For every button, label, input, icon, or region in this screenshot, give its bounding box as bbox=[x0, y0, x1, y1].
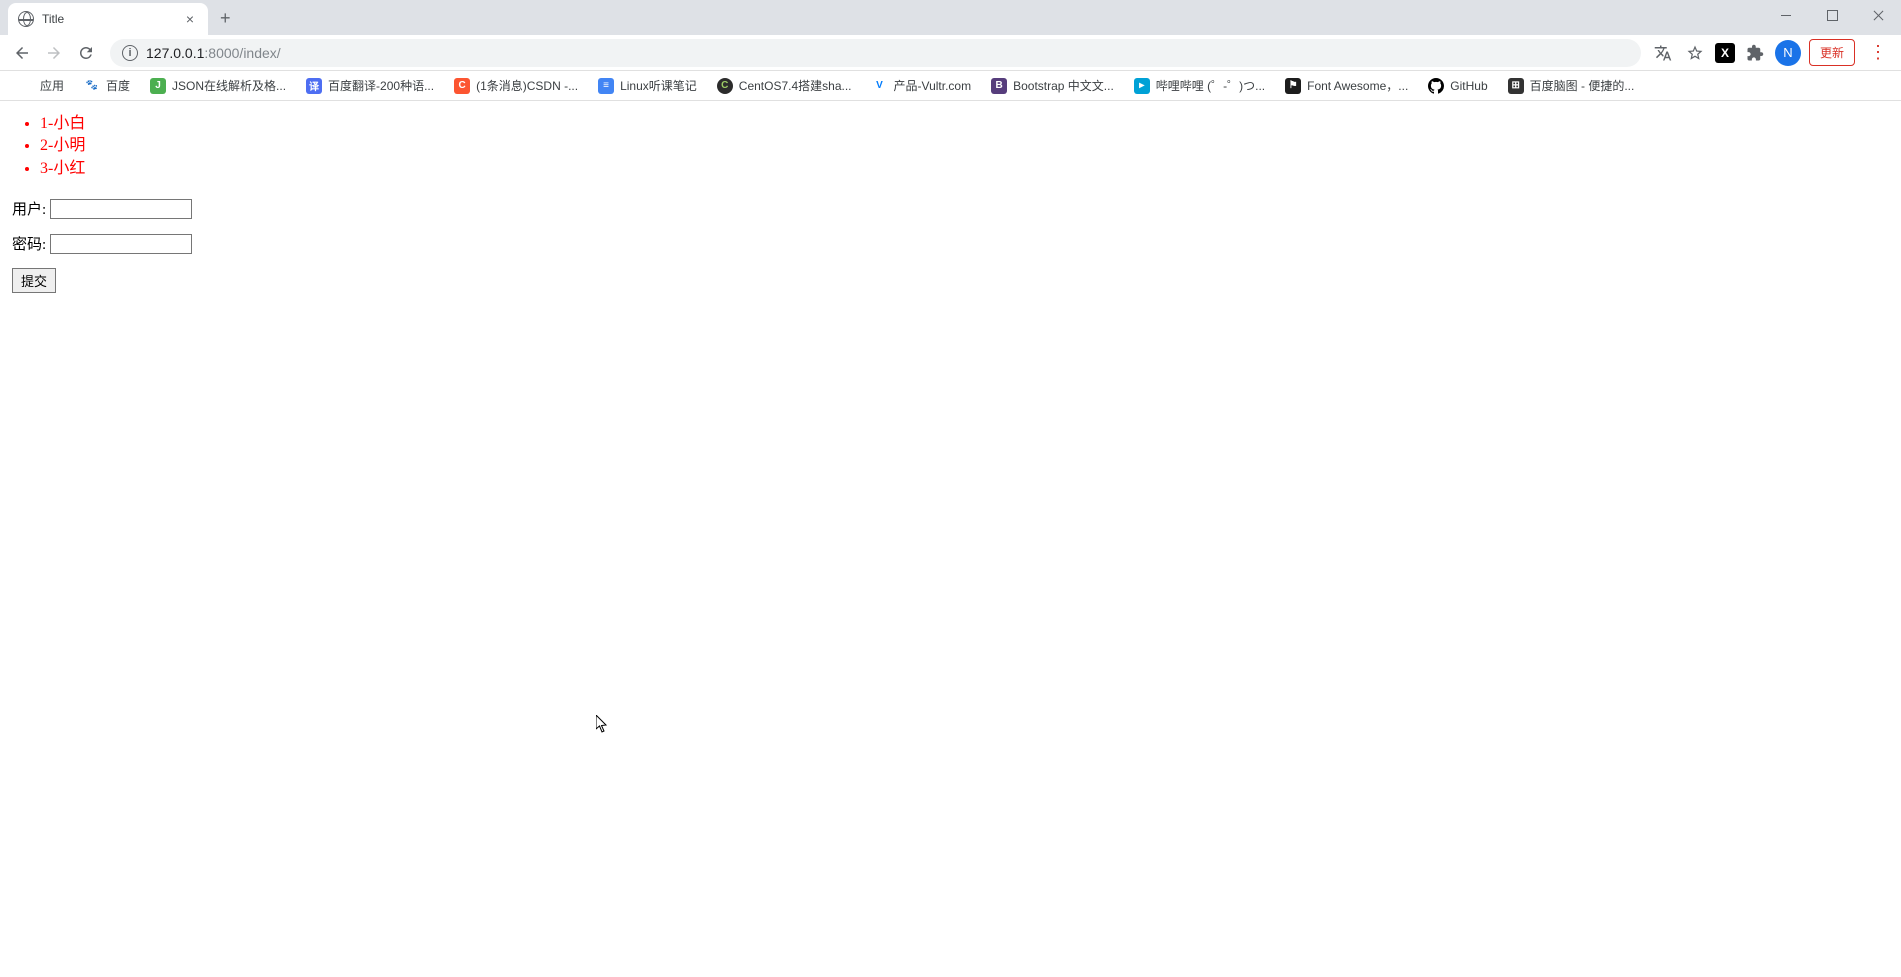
bookmark-label: Font Awesome，... bbox=[1307, 77, 1408, 94]
extensions-icon[interactable] bbox=[1743, 41, 1767, 65]
bookmark-naotu[interactable]: ⊞ 百度脑图 - 便捷的... bbox=[1500, 73, 1643, 98]
bookmark-label: JSON在线解析及格... bbox=[172, 77, 286, 94]
bookmark-fontawesome[interactable]: ⚑ Font Awesome，... bbox=[1277, 73, 1416, 98]
tab-title: Title bbox=[42, 12, 174, 26]
baidu-icon: 🐾 bbox=[84, 78, 100, 94]
centos-icon: C bbox=[717, 78, 733, 94]
page-content: 1-小白 2-小明 3-小红 用户: 密码: 提交 bbox=[0, 101, 1901, 305]
bookmark-star-icon[interactable] bbox=[1683, 41, 1707, 65]
reload-button[interactable] bbox=[72, 39, 100, 67]
list-item: 2-小明 bbox=[40, 135, 1889, 157]
csdn-icon: C bbox=[454, 78, 470, 94]
mindmap-icon: ⊞ bbox=[1508, 78, 1524, 94]
docs-icon: ≡ bbox=[598, 78, 614, 94]
bookmark-label: 应用 bbox=[40, 77, 64, 94]
more-menu-icon[interactable]: ⋮ bbox=[1863, 42, 1893, 63]
bookmark-label: 百度翻译-200种语... bbox=[328, 77, 434, 94]
translate-icon: 译 bbox=[306, 78, 322, 94]
bookmarks-bar: 应用 🐾 百度 J JSON在线解析及格... 译 百度翻译-200种语... … bbox=[0, 71, 1901, 101]
password-input[interactable] bbox=[50, 234, 192, 254]
password-label: 密码: bbox=[12, 233, 46, 254]
user-label: 用户: bbox=[12, 198, 46, 219]
bookmark-linux[interactable]: ≡ Linux听课笔记 bbox=[590, 73, 705, 98]
github-icon bbox=[1428, 78, 1444, 94]
vultr-icon: V bbox=[872, 78, 888, 94]
tab-bar: Title × + bbox=[0, 0, 1901, 35]
bookmark-label: (1条消息)CSDN -... bbox=[476, 77, 578, 94]
bookmark-label: Linux听课笔记 bbox=[620, 77, 697, 94]
reload-icon bbox=[77, 44, 95, 62]
bilibili-icon: ▸ bbox=[1134, 78, 1150, 94]
info-icon[interactable]: i bbox=[122, 45, 138, 61]
browser-tab[interactable]: Title × bbox=[8, 3, 208, 35]
bookmark-centos[interactable]: C CentOS7.4搭建sha... bbox=[709, 73, 860, 98]
close-window-button[interactable] bbox=[1855, 0, 1901, 30]
bookmark-label: 百度 bbox=[106, 77, 130, 94]
bookmark-bilibili[interactable]: ▸ 哔哩哔哩 (゜-゜)つ... bbox=[1126, 73, 1273, 98]
bookmark-csdn[interactable]: C (1条消息)CSDN -... bbox=[446, 73, 586, 98]
submit-button[interactable]: 提交 bbox=[12, 268, 56, 293]
user-input[interactable] bbox=[50, 199, 192, 219]
json-icon: J bbox=[150, 78, 166, 94]
user-list: 1-小白 2-小明 3-小红 bbox=[12, 113, 1889, 180]
list-item: 3-小红 bbox=[40, 158, 1889, 180]
arrow-right-icon bbox=[45, 44, 63, 62]
toolbar-right: X N 更新 ⋮ bbox=[1651, 39, 1893, 66]
update-button[interactable]: 更新 bbox=[1809, 39, 1855, 66]
apps-grid-icon bbox=[18, 78, 34, 94]
bookmark-bootstrap[interactable]: B Bootstrap 中文文... bbox=[983, 73, 1122, 98]
forward-button[interactable] bbox=[40, 39, 68, 67]
bookmark-github[interactable]: GitHub bbox=[1420, 74, 1495, 98]
bookmark-label: 百度脑图 - 便捷的... bbox=[1530, 77, 1635, 94]
close-tab-icon[interactable]: × bbox=[182, 9, 198, 29]
fontawesome-icon: ⚑ bbox=[1285, 78, 1301, 94]
bookmark-baidu[interactable]: 🐾 百度 bbox=[76, 73, 138, 98]
address-bar[interactable]: i 127.0.0.1:8000/index/ bbox=[110, 39, 1641, 67]
bookmark-label: CentOS7.4搭建sha... bbox=[739, 77, 852, 94]
arrow-left-icon bbox=[13, 44, 31, 62]
cursor-icon bbox=[596, 715, 608, 733]
bookmark-apps[interactable]: 应用 bbox=[10, 73, 72, 98]
bootstrap-icon: B bbox=[991, 78, 1007, 94]
bookmark-label: 产品-Vultr.com bbox=[894, 77, 972, 94]
bookmark-json[interactable]: J JSON在线解析及格... bbox=[142, 73, 294, 98]
url-path: :8000/index/ bbox=[204, 45, 280, 61]
maximize-button[interactable] bbox=[1809, 0, 1855, 30]
extension-x-icon[interactable]: X bbox=[1715, 43, 1735, 63]
new-tab-button[interactable]: + bbox=[208, 8, 243, 29]
list-item: 1-小白 bbox=[40, 113, 1889, 135]
bookmark-vultr[interactable]: V 产品-Vultr.com bbox=[864, 73, 980, 98]
back-button[interactable] bbox=[8, 39, 36, 67]
url-host: 127.0.0.1 bbox=[146, 45, 204, 61]
bookmark-label: Bootstrap 中文文... bbox=[1013, 77, 1114, 94]
bookmark-translate[interactable]: 译 百度翻译-200种语... bbox=[298, 73, 442, 98]
user-row: 用户: bbox=[12, 198, 1889, 219]
bookmark-label: GitHub bbox=[1450, 79, 1487, 93]
bookmark-label: 哔哩哔哩 (゜-゜)つ... bbox=[1156, 77, 1265, 94]
toolbar: i 127.0.0.1:8000/index/ X N 更新 ⋮ bbox=[0, 35, 1901, 71]
globe-icon bbox=[18, 11, 34, 27]
minimize-button[interactable] bbox=[1763, 0, 1809, 30]
window-controls bbox=[1763, 0, 1901, 30]
url-text: 127.0.0.1:8000/index/ bbox=[146, 45, 1629, 61]
password-row: 密码: bbox=[12, 233, 1889, 254]
profile-avatar[interactable]: N bbox=[1775, 40, 1801, 66]
translate-icon[interactable] bbox=[1651, 41, 1675, 65]
